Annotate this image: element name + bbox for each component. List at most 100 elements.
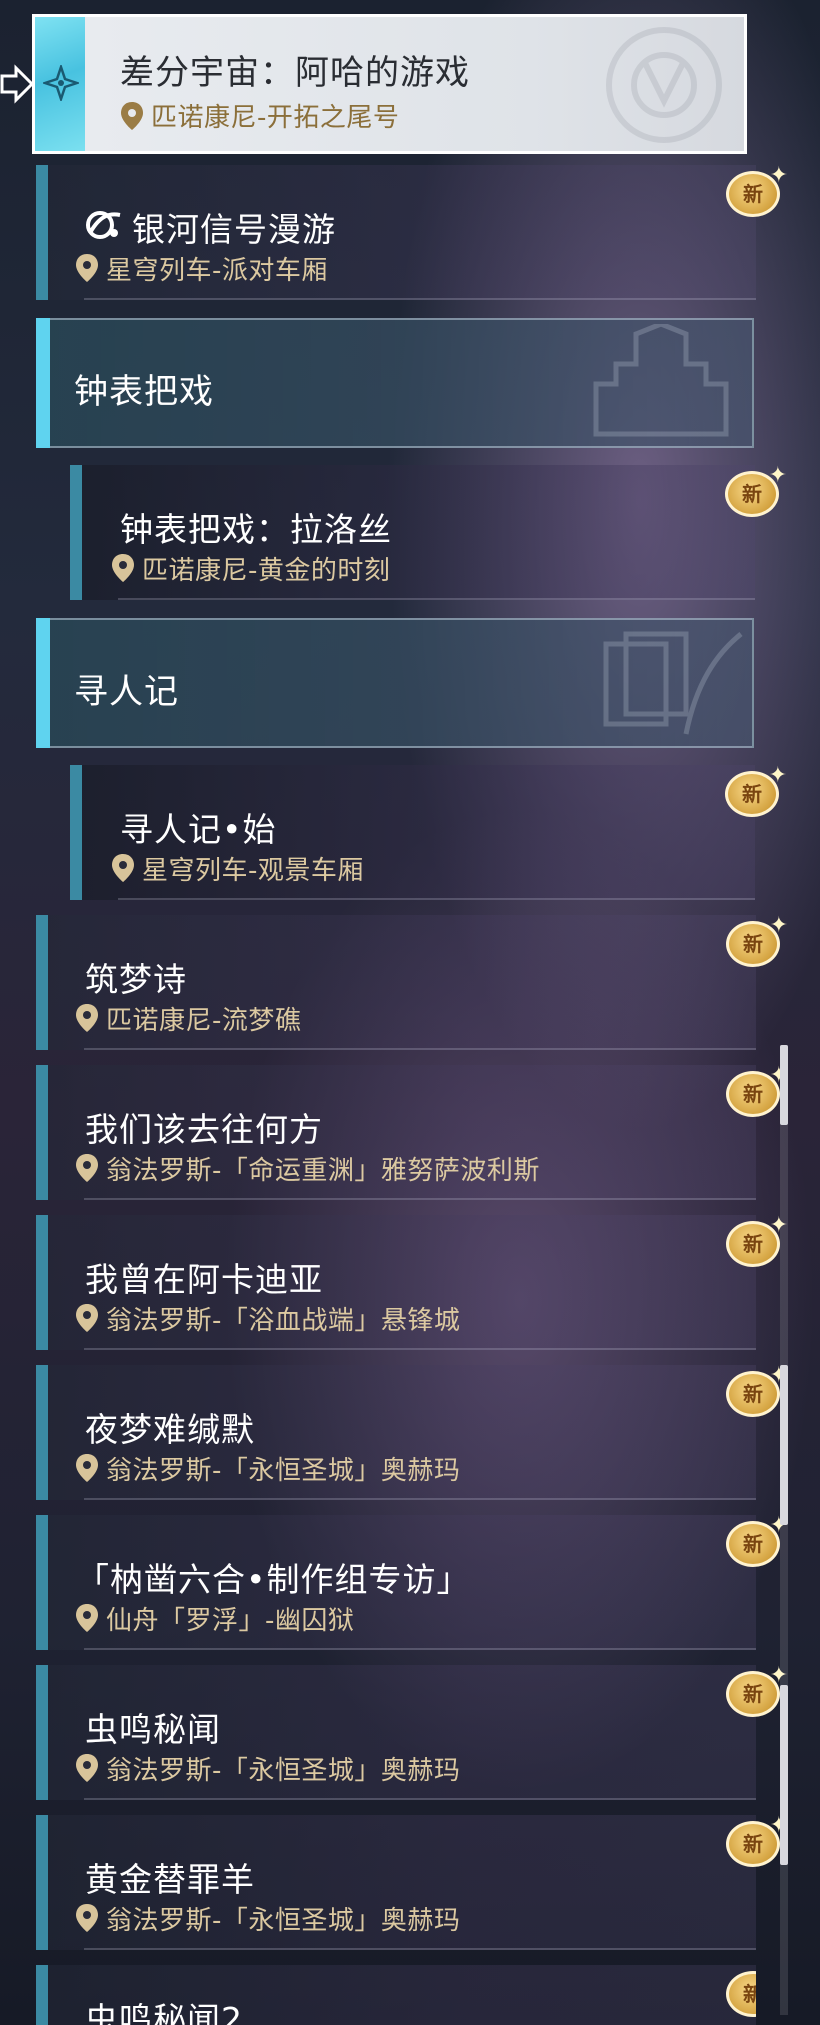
location-text: 匹诺康尼-流梦礁	[106, 1005, 302, 1036]
event-type-icon	[35, 17, 85, 151]
event-title: 「枘凿六合•制作组专访」	[76, 1560, 471, 1599]
event-location: 星穹列车-观景车厢	[110, 853, 364, 886]
divider	[118, 598, 755, 600]
selected-event-item[interactable]: 差分宇宙：阿哈的游戏 匹诺康尼-开拓之尾号	[32, 14, 747, 154]
event-title: 寻人记•始	[120, 810, 277, 849]
accent-bar	[36, 1965, 48, 2025]
event-item[interactable]: 黄金替罪羊 翁法罗斯-「永恒圣城」奥赫玛 新 ✦	[36, 1815, 788, 1950]
location-pin-icon	[76, 1604, 98, 1632]
event-item[interactable]: 筑梦诗 匹诺康尼-流梦礁 新 ✦	[36, 915, 788, 1050]
divider	[84, 1798, 756, 1800]
location-text: 翁法罗斯-「浴血战端」悬锋城	[106, 1305, 461, 1336]
accent-bar	[36, 1215, 48, 1350]
new-badge: 新✦	[726, 1665, 788, 1721]
sparkle-icon: ✦	[769, 163, 788, 188]
scrollbar-track[interactable]	[780, 1045, 788, 2015]
location-text: 翁法罗斯-「命运重渊」雅努萨波利斯	[106, 1155, 540, 1186]
divider	[84, 1498, 756, 1500]
new-badge: 新✦	[726, 1065, 788, 1121]
location-pin-icon	[121, 101, 143, 130]
event-location: 仙舟「罗浮」-幽囚狱	[74, 1603, 354, 1636]
location-text: 星穹列车-派对车厢	[106, 255, 328, 286]
event-location: 匹诺康尼-开拓之尾号	[119, 97, 399, 134]
accent-bar	[36, 1365, 48, 1500]
sparkle-icon: ✦	[769, 913, 788, 938]
castle-emblem-icon	[593, 324, 729, 437]
location-pin-icon	[112, 554, 134, 582]
scrollbar-thumb[interactable]	[780, 1365, 788, 1525]
event-item[interactable]: 银河信号漫游 星穹列车-派对车厢 新 ✦	[36, 165, 788, 300]
new-badge: 新✦	[726, 1215, 788, 1271]
scrollbar-thumb[interactable]	[780, 1685, 788, 1865]
location-pin-icon	[76, 1004, 98, 1032]
star-diamond-icon	[43, 65, 79, 101]
new-badge: 新✦	[726, 1365, 788, 1421]
event-item[interactable]: 我曾在阿卡迪亚 翁法罗斯-「浴血战端」悬锋城 新 ✦	[36, 1215, 788, 1350]
location-pin-icon	[76, 1304, 98, 1332]
location-pin-icon	[76, 254, 98, 282]
location-text: 翁法罗斯-「永恒圣城」奥赫玛	[106, 1905, 461, 1936]
event-item[interactable]: 虫鸣秘闻2 新✦	[36, 1965, 756, 2025]
event-title: 黄金替罪羊	[85, 1860, 255, 1899]
location-pin-icon	[76, 1454, 98, 1482]
divider	[84, 1648, 756, 1650]
divider	[84, 298, 756, 300]
emblem-decoration-icon	[606, 27, 722, 143]
event-location: 翁法罗斯-「浴血战端」悬锋城	[74, 1303, 460, 1336]
feather-cards-emblem-icon	[603, 631, 743, 735]
sparkle-icon: ✦	[768, 463, 787, 488]
accent-bar	[36, 1665, 48, 1800]
new-badge: 新✦	[726, 1965, 756, 2021]
event-title: 我们该去往何方	[85, 1110, 323, 1149]
scrollbar-thumb[interactable]	[780, 1045, 788, 1125]
category-header[interactable]: 寻人记	[36, 618, 754, 748]
event-location: 翁法罗斯-「永恒圣城」奥赫玛	[74, 1753, 460, 1786]
location-pin-icon	[76, 1154, 98, 1182]
category-title: 钟表把戏	[74, 372, 214, 412]
event-title: 虫鸣秘闻	[85, 1710, 221, 1749]
divider	[84, 1348, 756, 1350]
accent-bar	[36, 915, 48, 1050]
signal-icon	[86, 211, 121, 239]
event-title: 虫鸣秘闻2	[85, 2000, 243, 2025]
location-pin-icon	[76, 1754, 98, 1782]
event-item[interactable]: 「枘凿六合•制作组专访」 仙舟「罗浮」-幽囚狱 新 ✦	[36, 1515, 788, 1650]
event-title: 夜梦难缄默	[85, 1410, 255, 1449]
new-badge: 新✦	[726, 1515, 788, 1571]
event-title: 差分宇宙：阿哈的游戏	[120, 53, 470, 93]
event-item[interactable]: 我们该去往何方 翁法罗斯-「命运重渊」雅努萨波利斯 新 ✦	[36, 1065, 788, 1200]
divider	[84, 1198, 756, 1200]
divider	[118, 898, 755, 900]
location-text: 匹诺康尼-黄金的时刻	[142, 555, 391, 586]
event-title: 银河信号漫游	[132, 210, 336, 249]
sparkle-icon: ✦	[768, 763, 787, 788]
accent-bar	[70, 765, 82, 900]
category-accent-bar	[36, 318, 50, 448]
event-location: 翁法罗斯-「永恒圣城」奥赫玛	[74, 1903, 460, 1936]
divider	[84, 1048, 756, 1050]
category-header[interactable]: 钟表把戏	[36, 318, 754, 448]
selection-arrow-icon	[0, 64, 34, 104]
accent-bar	[36, 1815, 48, 1950]
accent-bar	[70, 465, 82, 600]
event-location: 翁法罗斯-「命运重渊」雅努萨波利斯	[74, 1153, 540, 1186]
event-item[interactable]: 虫鸣秘闻 翁法罗斯-「永恒圣城」奥赫玛 新 ✦	[36, 1665, 788, 1800]
event-title: 筑梦诗	[85, 960, 187, 999]
event-item[interactable]: 寻人记•始 星穹列车-观景车厢 新 ✦	[70, 765, 787, 900]
event-title: 钟表把戏：拉洛丝	[120, 510, 392, 549]
location-pin-icon	[112, 854, 134, 882]
event-location: 星穹列车-派对车厢	[74, 253, 328, 286]
new-badge: 新✦	[725, 465, 787, 521]
event-location: 匹诺康尼-流梦礁	[74, 1003, 301, 1036]
accent-bar	[36, 165, 48, 300]
event-location: 匹诺康尼-黄金的时刻	[110, 553, 390, 586]
divider	[84, 1948, 756, 1950]
event-item[interactable]: 钟表把戏：拉洛丝 匹诺康尼-黄金的时刻 新 ✦	[70, 465, 787, 600]
new-badge: 新✦	[726, 915, 788, 971]
new-badge: 新✦	[726, 165, 788, 221]
new-badge: 新✦	[726, 1815, 788, 1871]
accent-bar	[36, 1515, 48, 1650]
event-location: 翁法罗斯-「永恒圣城」奥赫玛	[74, 1453, 460, 1486]
event-title: 我曾在阿卡迪亚	[85, 1260, 323, 1299]
event-item[interactable]: 夜梦难缄默 翁法罗斯-「永恒圣城」奥赫玛 新 ✦	[36, 1365, 788, 1500]
